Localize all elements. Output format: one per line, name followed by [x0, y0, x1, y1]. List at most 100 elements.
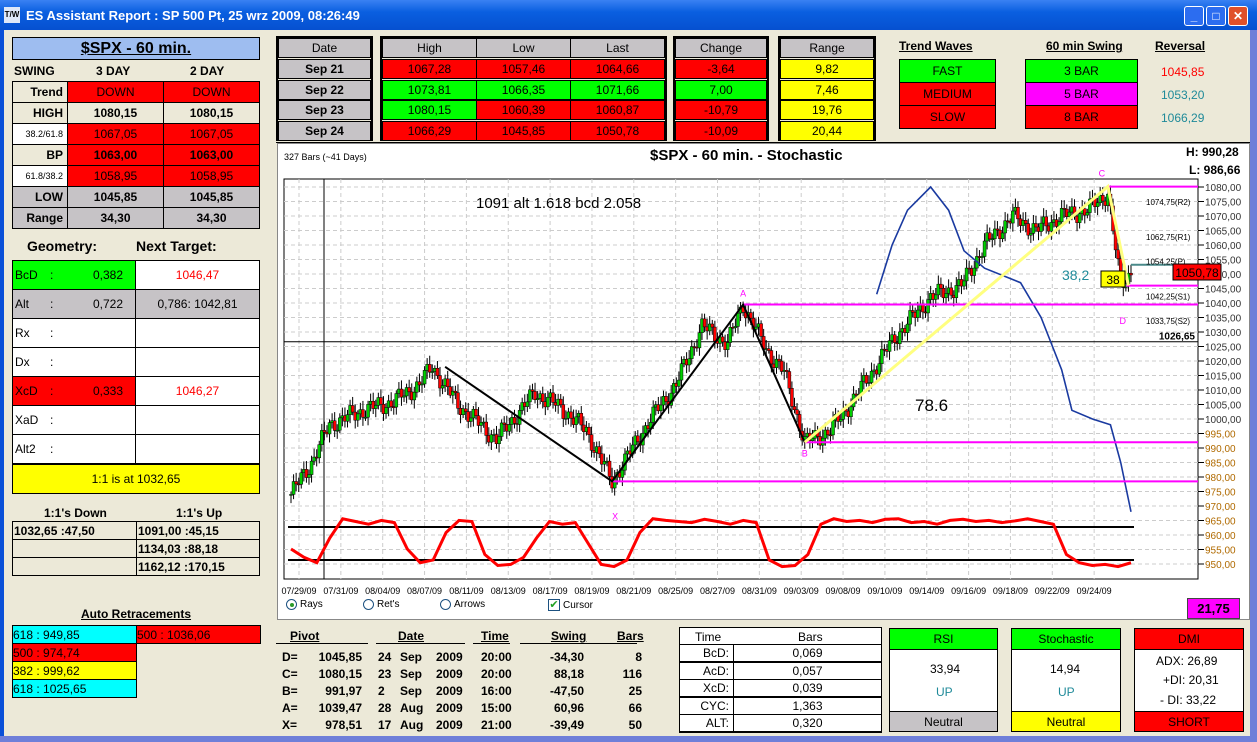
- pivot-point-label-d: D: [1119, 316, 1126, 326]
- swing-3day-value: 1067,05: [67, 123, 164, 145]
- candle-body: [910, 310, 915, 313]
- close-button[interactable]: ✕: [1228, 6, 1248, 26]
- option-rets[interactable]: Ret's: [363, 599, 399, 610]
- daily-range: 20,44: [780, 120, 874, 141]
- price-tick-label: 990,00: [1205, 444, 1236, 455]
- dmi-title: DMI: [1134, 628, 1244, 650]
- geometry-row-xad: XaD:: [12, 405, 136, 435]
- header-underline: [473, 643, 510, 644]
- maximize-button[interactable]: □: [1206, 6, 1226, 26]
- geometry-label: Alt2: [15, 442, 36, 456]
- candle-body: [769, 350, 774, 365]
- radio-button[interactable]: [363, 599, 374, 610]
- price-tick-label: 1025,00: [1205, 343, 1242, 354]
- candle-body: [1129, 272, 1133, 276]
- reversal-value: 1066,29: [1161, 111, 1205, 125]
- daily-range: 19,76: [780, 100, 874, 120]
- radio-button[interactable]: [440, 599, 451, 610]
- pivot-bars: 50: [628, 718, 642, 732]
- candle-body: [561, 404, 566, 419]
- app-icon: T/W: [4, 7, 20, 23]
- pivot-time: 20:00: [481, 650, 512, 664]
- geometry-row-rx: Rx:: [12, 318, 136, 348]
- daily-change: 7,00: [675, 79, 767, 100]
- daily-date: Sep 23: [278, 100, 371, 120]
- price-tick-label: 1005,00: [1205, 401, 1242, 412]
- date-tick-label: 08/27/09: [700, 586, 735, 596]
- swing-row-label: LOW: [12, 186, 68, 208]
- candle-body: [294, 481, 298, 485]
- chart-panel[interactable]: 327 Bars (~41 Days) $SPX - 60 min. - Sto…: [277, 143, 1250, 620]
- reversal-title: Reversal: [1155, 39, 1206, 53]
- header-underline: [276, 643, 368, 644]
- swing-row-label: Range: [12, 207, 68, 229]
- geometry-ratio: 0,333: [92, 384, 123, 398]
- candle-body: [664, 396, 668, 402]
- geometry-target: 1046,27: [135, 376, 260, 406]
- candle-body: [322, 430, 327, 433]
- price-tick-label: 1045,00: [1205, 285, 1242, 296]
- price-tick-label: 950,00: [1205, 560, 1236, 571]
- geometry-target: [135, 318, 260, 348]
- column-header-last: Last: [570, 38, 665, 58]
- geometry-label: XaD: [15, 413, 39, 427]
- time-ratio-label: ALT:: [679, 714, 734, 732]
- pivot-name: B=: [282, 684, 298, 698]
- pivot-time: 20:00: [481, 667, 512, 681]
- candle-body: [1116, 249, 1120, 259]
- pivot-point-label-b: B: [802, 448, 808, 458]
- checkbox[interactable]: ✔: [548, 599, 560, 611]
- header-underline: [376, 643, 465, 644]
- candle-body: [877, 363, 882, 375]
- candle-body: [972, 267, 977, 276]
- auto-retracement-level: 618 : 1025,65: [12, 679, 137, 698]
- pivot-table-header: Time: [481, 629, 509, 643]
- swing-2day-value: 1063,00: [163, 144, 260, 166]
- candle-body: [489, 434, 494, 443]
- candle-body: [1039, 222, 1043, 232]
- pivot-price: 978,51: [325, 718, 362, 732]
- candle-body: [356, 413, 360, 421]
- candle-body: [469, 417, 473, 422]
- option-rays[interactable]: Rays: [286, 599, 323, 610]
- candle-body: [1034, 223, 1038, 228]
- candle-body: [908, 310, 912, 325]
- price-tick-label: 985,00: [1205, 459, 1236, 470]
- trend-waves-title: Trend Waves: [899, 39, 973, 53]
- candle-body: [427, 364, 432, 373]
- minimize-button[interactable]: _: [1184, 6, 1204, 26]
- candle-body: [949, 287, 953, 296]
- date-tick-label: 09/22/09: [1035, 586, 1070, 596]
- candle-body: [926, 299, 930, 314]
- swing-3day-value: 1058,95: [67, 165, 164, 187]
- date-tick-label: 08/04/09: [365, 586, 400, 596]
- daily-high: 1073,81: [382, 79, 477, 100]
- geometry-separator: :: [50, 384, 54, 398]
- candle-body: [792, 406, 797, 410]
- geometry-separator: :: [50, 268, 54, 282]
- geometry-row-xcd: XcD: 0,333: [12, 376, 136, 406]
- daily-date: Sep 22: [278, 79, 371, 100]
- radio-button[interactable]: [286, 599, 297, 610]
- daily-date: Sep 24: [278, 120, 371, 141]
- option-cursor[interactable]: ✔ Cursor: [548, 599, 593, 611]
- date-tick-label: 09/03/09: [784, 586, 819, 596]
- pivot-price: 1080,15: [318, 667, 362, 681]
- chart-annotation: 1091 alt 1.618 bcd 2.058: [476, 195, 641, 212]
- pivot-table-header: Swing: [551, 629, 587, 643]
- date-tick-label: 09/14/09: [909, 586, 944, 596]
- ones-down-value: 1032,65 :47,50: [12, 521, 137, 540]
- price-chart[interactable]: 1080,001075,001070,001065,001060,001055,…: [278, 144, 1251, 621]
- candle-body: [558, 398, 563, 405]
- daily-low: 1057,46: [476, 59, 571, 79]
- cursor-price-label: 1026,65: [1159, 332, 1196, 343]
- daily-last: 1050,78: [570, 120, 665, 141]
- swing-row-label: BP: [12, 144, 68, 166]
- option-arrows[interactable]: Arrows: [440, 599, 485, 610]
- geometry-separator: :: [50, 442, 54, 456]
- swing-2day-value: 1045,85: [163, 186, 260, 208]
- rsi-title: RSI: [889, 628, 998, 650]
- column-header-change: Change: [675, 38, 767, 58]
- swing-bar-indicator: 8 BAR: [1025, 105, 1138, 129]
- pivot-year: 2009: [436, 701, 463, 715]
